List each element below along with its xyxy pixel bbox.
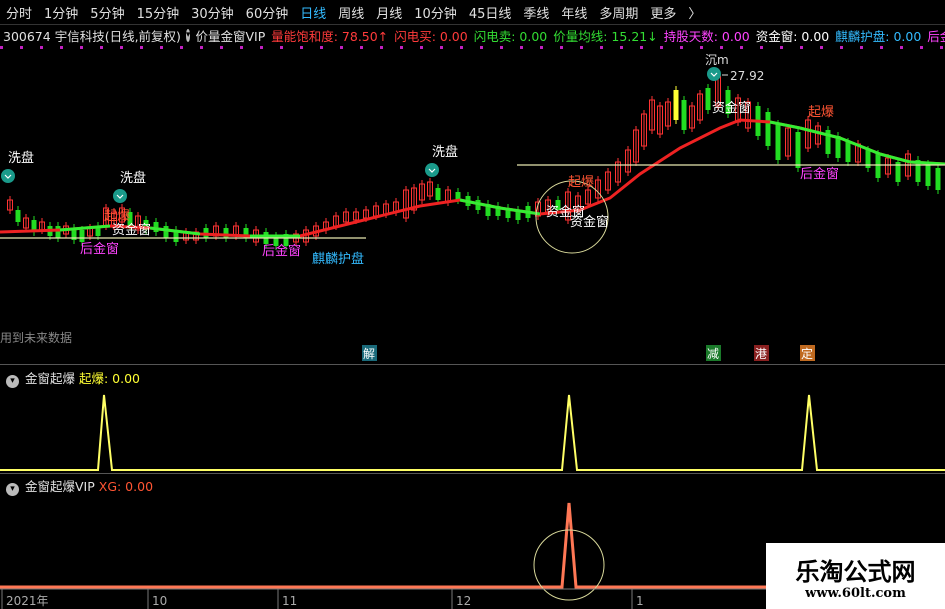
event-tag-label: 定: [801, 346, 813, 361]
candle-body: [765, 112, 771, 146]
indicator-value: 闪电买: 0.00: [394, 28, 468, 44]
ma-line-segment: [769, 120, 801, 130]
indicator-value: 资金窗: 0.00: [755, 28, 830, 44]
sub2-value: XG: 0.00: [98, 479, 154, 494]
sub1-value: 起爆: 0.00: [78, 371, 141, 386]
signal-label: 后金窗: [80, 241, 119, 257]
period-tab[interactable]: 15分钟: [131, 3, 186, 22]
signal-label: 资金窗: [570, 214, 609, 230]
signal-label: 后金窗: [800, 166, 839, 182]
period-tab[interactable]: 分时: [0, 3, 38, 22]
qibao-signal-line: [0, 394, 945, 471]
main-price-chart[interactable]: 27.92 沉m 洗盘洗盘洗盘起爆资金窗后金窗 后金窗麒麟护盘起爆资金窗资金窗资金…: [0, 50, 945, 366]
period-tab[interactable]: 60分钟: [240, 3, 295, 22]
candle-body: [681, 100, 687, 130]
signal-label: 资金窗: [112, 222, 151, 238]
period-tab[interactable]: 日线: [294, 3, 332, 22]
period-tab[interactable]: 月线: [370, 3, 408, 22]
candle-body: [163, 226, 169, 238]
candle-body: [79, 230, 85, 242]
period-toolbar: 分时 1分钟 5分钟 15分钟 30分钟 60分钟 日线 周线 月线 10分钟 45日线 季线 年线 多周…: [0, 0, 945, 25]
candle-body: [705, 88, 711, 110]
period-tab[interactable]: 5分钟: [84, 3, 130, 22]
period-tab[interactable]: 周线: [332, 3, 370, 22]
event-tag-label: 港: [755, 347, 767, 361]
signal-label: 后金窗: [262, 243, 301, 259]
time-label: 10: [152, 594, 167, 608]
period-tab[interactable]: 1分钟: [38, 3, 84, 22]
indicator-value: 闪电卖: 0.00: [473, 28, 548, 44]
time-label: 1: [636, 594, 644, 608]
watermark-title: 乐淘公式网: [795, 557, 916, 586]
sub1-chart[interactable]: [0, 385, 945, 477]
candle-body: [775, 124, 781, 160]
event-tag-label: 解: [363, 347, 375, 361]
period-tab[interactable]: 季线: [517, 3, 555, 22]
indicator-value: 麒麟护盘: 0.00: [835, 28, 922, 44]
candle-body: [875, 154, 881, 178]
candle-body: [673, 90, 679, 120]
candle-body: [55, 226, 61, 238]
signal-label: 起爆: [104, 209, 130, 224]
period-tab[interactable]: 多周期: [593, 3, 644, 22]
indicator-value: 后金窗: 0.00: [927, 28, 945, 44]
future-data-note: 用到未来数据: [0, 330, 72, 345]
wash-marker-icon: [707, 67, 721, 81]
event-tag-label: 减: [707, 347, 719, 361]
candle-body: [795, 132, 801, 168]
stock-title: 300674 宇信科技(日线,前复权): [3, 28, 181, 44]
panel-divider-2: [0, 473, 945, 474]
signal-dot-row: [0, 46, 945, 49]
candle-body: [435, 188, 441, 200]
indicator-values: 量能饱和度: 78.50↑ 闪电买: 0.00 闪电卖: 0.00 价量均线: 15.…: [268, 26, 945, 45]
chevron-down-icon[interactable]: ▾: [185, 28, 191, 42]
signal-label: 麒麟护盘: [312, 251, 364, 267]
time-label: 2021年: [6, 594, 49, 608]
indicator-value: 量能饱和度: 78.50↑: [271, 28, 389, 44]
signal-label: 洗盘: [432, 144, 458, 160]
sub2-name[interactable]: 金窗起爆VIP: [25, 479, 95, 494]
indicator-name[interactable]: 价量金窗VIP: [192, 26, 268, 45]
candle-body: [925, 164, 931, 186]
signal-label: 起爆: [568, 175, 594, 190]
top-clip-label: 沉m: [705, 53, 729, 67]
period-tab[interactable]: 45日线: [463, 3, 518, 22]
wash-marker-icon: [113, 189, 127, 203]
signal-label: 洗盘: [120, 170, 146, 186]
time-label: 11: [282, 594, 297, 608]
period-tab[interactable]: 10分钟: [408, 3, 463, 22]
candle-body: [15, 210, 21, 222]
candle-body: [935, 168, 941, 190]
signal-label: 资金窗: [712, 100, 751, 116]
indicator-value: 持股天数: 0.00: [663, 28, 750, 44]
indicator-value: 价量均线: 15.21↓: [553, 28, 658, 44]
time-label: 12: [456, 594, 471, 608]
ma-line-segment: [909, 160, 945, 166]
signal-label: 洗盘: [8, 150, 34, 166]
more-arrow-icon[interactable]: 〉: [682, 3, 707, 22]
signal-label: 起爆: [808, 105, 834, 120]
ma-line-segment: [59, 224, 111, 232]
sub1-name[interactable]: 金窗起爆: [25, 371, 75, 386]
wash-marker-icon: [425, 163, 439, 177]
watermark-url: www.60lt.com: [805, 586, 906, 601]
candle-body: [845, 142, 851, 162]
indicator-header: 300674 宇信科技(日线,前复权) ▾ 价量金窗VIP 量能饱和度: 78.…: [0, 25, 945, 45]
period-tab[interactable]: 30分钟: [185, 3, 240, 22]
price-high-label: 27.92: [730, 69, 764, 83]
period-tab[interactable]: 年线: [555, 3, 593, 22]
wash-marker-icon: [1, 169, 15, 183]
panel-divider-1: [0, 364, 945, 365]
period-tab[interactable]: 更多: [644, 3, 682, 22]
